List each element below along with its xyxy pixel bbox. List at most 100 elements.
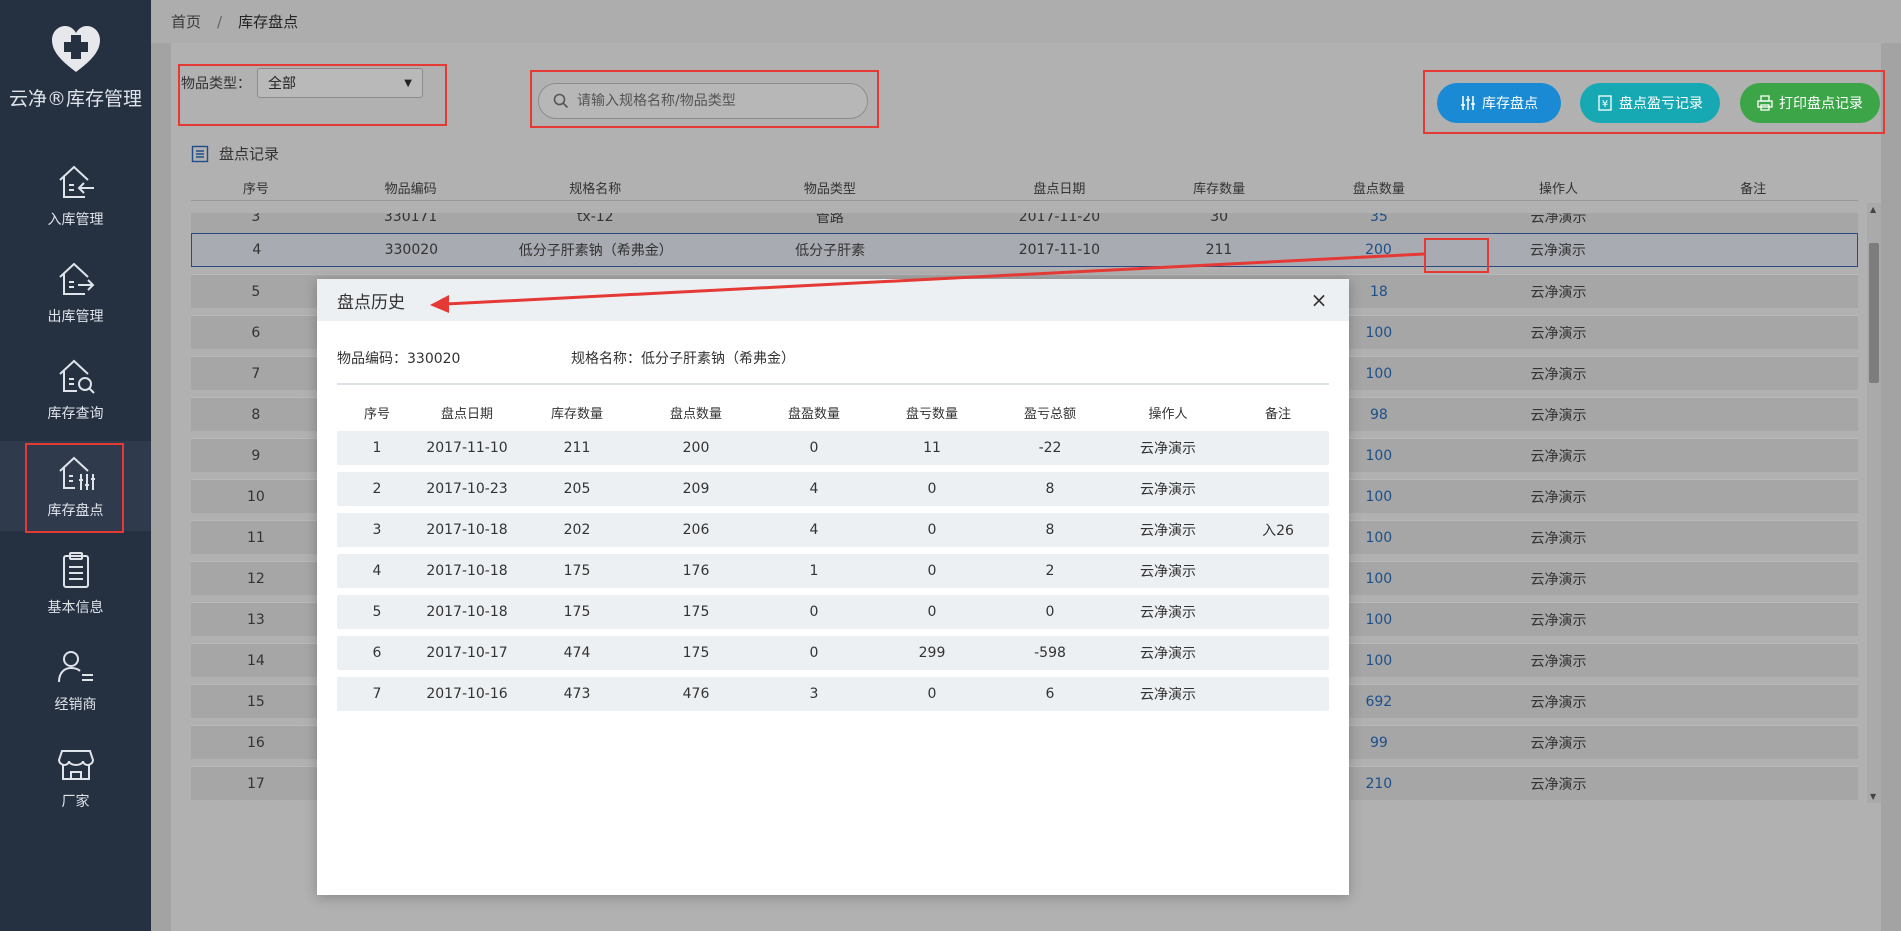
spec-name: 规格名称：低分子肝素钠（希弗金） [571, 351, 795, 367]
dialog-header: 盘点历史 × [317, 279, 1349, 321]
sidebar-item-label: 基本信息 [47, 600, 104, 616]
sidebar-item-manufacturer[interactable]: 厂家 [0, 732, 151, 822]
breadcrumb-home-link[interactable]: 首页 [171, 11, 201, 32]
table-cell: 云净演示 [1530, 735, 1587, 752]
table-cell: 云净演示 [1530, 694, 1587, 711]
breadcrumb-current: 库存盘点 [238, 13, 299, 31]
table-cell: 474 [563, 645, 591, 661]
table-cell: 管路 [815, 213, 844, 226]
scroll-down-icon[interactable]: ▼ [1870, 792, 1876, 801]
item-code: 物品编码：330020 [337, 351, 461, 367]
sidebar-item-inventory-check[interactable]: 库存盘点 [0, 441, 151, 531]
sidebar-item-label: 出库管理 [47, 309, 104, 325]
history-table: 序号 盘点日期 库存数量 盘点数量 盘盈数量 盘亏数量 盈亏总额 操作人 备注 1 2017-11… [337, 393, 1329, 711]
table-cell: 13 [246, 611, 265, 628]
sidebar-item-basic-info[interactable]: 基本信息 [0, 538, 151, 628]
table-cell: 云净演示 [1140, 605, 1196, 621]
search-input[interactable] [577, 93, 837, 109]
table-cell: 0 [927, 522, 937, 538]
table-cell: 云净演示 [1530, 213, 1587, 226]
table-cell: 202 [563, 522, 591, 538]
table-cell: 211 [1205, 242, 1233, 258]
column-header: 盘盈数量 [787, 406, 840, 422]
table-cell: 云净演示 [1140, 564, 1196, 580]
table-cell: 云净演示 [1530, 489, 1587, 506]
records-scrollbar[interactable]: ▲ ▼ [1867, 203, 1881, 803]
sliders-icon [1461, 96, 1475, 110]
table-cell: 175 [682, 645, 710, 661]
brand: 云净®库存管理 [0, 0, 151, 130]
history-table-header: 序号 盘点日期 库存数量 盘点数量 盘盈数量 盘亏数量 盈亏总额 操作人 备注 [337, 393, 1329, 431]
table-cell: 175 [563, 563, 591, 579]
inventory-check-button[interactable]: 库存盘点 [1437, 83, 1561, 123]
profit-loss-records-button[interactable]: ¥ 盘点盈亏记录 [1580, 83, 1720, 123]
table-cell: 2017-10-17 [426, 645, 508, 661]
dialog-title: 盘点历史 [337, 292, 405, 313]
column-header: 备注 [1740, 182, 1767, 197]
table-cell: 低分子肝素 [795, 243, 866, 259]
history-table-body: 1 2017-11-10 211 200 0 11 -22 云净演示 2 2017-10-23 20… [337, 431, 1329, 711]
table-cell: 8 [1045, 481, 1055, 497]
store-icon [57, 750, 94, 780]
sidebar-item-stock-out[interactable]: 出库管理 [0, 247, 151, 337]
records-section-title: 盘点记录 [191, 143, 279, 164]
breadcrumb: 首页 / 库存盘点 [151, 0, 1901, 43]
table-cell: 8 [251, 406, 261, 423]
table-cell: 6 [1045, 686, 1055, 702]
document-list-icon [191, 145, 209, 162]
table-cell: 7 [372, 686, 382, 702]
clipboard-icon [62, 552, 89, 588]
table-cell: 云净演示 [1530, 407, 1587, 424]
table-row: 6 2017-10-17 474 175 0 299 -598 云净演示 [337, 636, 1329, 670]
table-cell: 4 [252, 242, 262, 258]
table-cell: 云净演示 [1530, 325, 1587, 342]
table-cell: 200 [682, 440, 710, 456]
column-header: 盘点数量 [1352, 182, 1405, 197]
table-cell: 0 [927, 686, 937, 702]
table-row[interactable]: 3 330171 tx-12 管路 2017-11-20 30 35 云净演示 [191, 213, 1858, 233]
column-header: 库存数量 [550, 406, 603, 422]
close-icon[interactable]: × [1309, 288, 1329, 312]
scroll-up-icon[interactable]: ▲ [1870, 205, 1876, 214]
printer-icon [1757, 95, 1773, 111]
check-qty-link[interactable]: 35 [1289, 213, 1469, 225]
table-cell: 云净演示 [1140, 646, 1196, 662]
print-records-label: 打印盘点记录 [1779, 95, 1863, 111]
table-cell: 云净演示 [1530, 571, 1587, 588]
sidebar-item-stock-in[interactable]: 入库管理 [0, 150, 151, 240]
table-cell: 4 [809, 481, 819, 497]
table-cell: -22 [1038, 440, 1062, 456]
sidebar-item-label: 入库管理 [47, 212, 104, 228]
table-cell: 5 [251, 283, 261, 300]
item-type-select[interactable]: 全部 ▼ [257, 68, 423, 98]
table-cell: 473 [563, 686, 591, 702]
table-cell: 330020 [384, 242, 439, 258]
table-cell: 云净演示 [1140, 523, 1196, 539]
sidebar-item-stock-query[interactable]: 库存查询 [0, 344, 151, 434]
sidebar-item-distributor[interactable]: 经销商 [0, 635, 151, 725]
table-cell: 0 [809, 440, 819, 456]
table-cell: 16 [246, 734, 265, 751]
inventory-history-dialog: 盘点历史 × 物品编码：330020 规格名称：低分子肝素钠（希弗金） 序号 盘点… [317, 279, 1349, 895]
check-qty-link[interactable]: 200 [1289, 242, 1468, 258]
search-icon [553, 93, 569, 109]
table-cell: 2017-11-20 [1018, 213, 1101, 225]
table-cell: 209 [682, 481, 710, 497]
house-out-arrow-icon [58, 262, 94, 295]
table-cell: 176 [682, 563, 710, 579]
print-records-button[interactable]: 打印盘点记录 [1740, 83, 1880, 123]
table-cell: 11 [246, 529, 265, 546]
sidebar-item-label: 厂家 [61, 794, 90, 810]
table-cell: 2017-10-18 [426, 604, 508, 620]
table-cell: 云净演示 [1529, 243, 1586, 259]
app-title: 云净®库存管理 [8, 88, 142, 110]
table-cell: -598 [1034, 645, 1066, 661]
table-cell: 2017-10-16 [426, 686, 508, 702]
scroll-thumb[interactable] [1869, 243, 1879, 383]
chevron-down-icon: ▼ [404, 77, 412, 89]
table-cell: 1 [372, 440, 382, 456]
table-row[interactable]: 4 330020 低分子肝素钠（希弗金） 低分子肝素 2017-11-10 211 200 云… [191, 233, 1858, 267]
records-table-header: 序号 物品编码 规格名称 物品类型 盘点日期 库存数量 盘点数量 操作人 备注 [191, 175, 1858, 201]
column-header: 盘亏数量 [905, 406, 958, 422]
breadcrumb-separator: / [217, 12, 223, 31]
